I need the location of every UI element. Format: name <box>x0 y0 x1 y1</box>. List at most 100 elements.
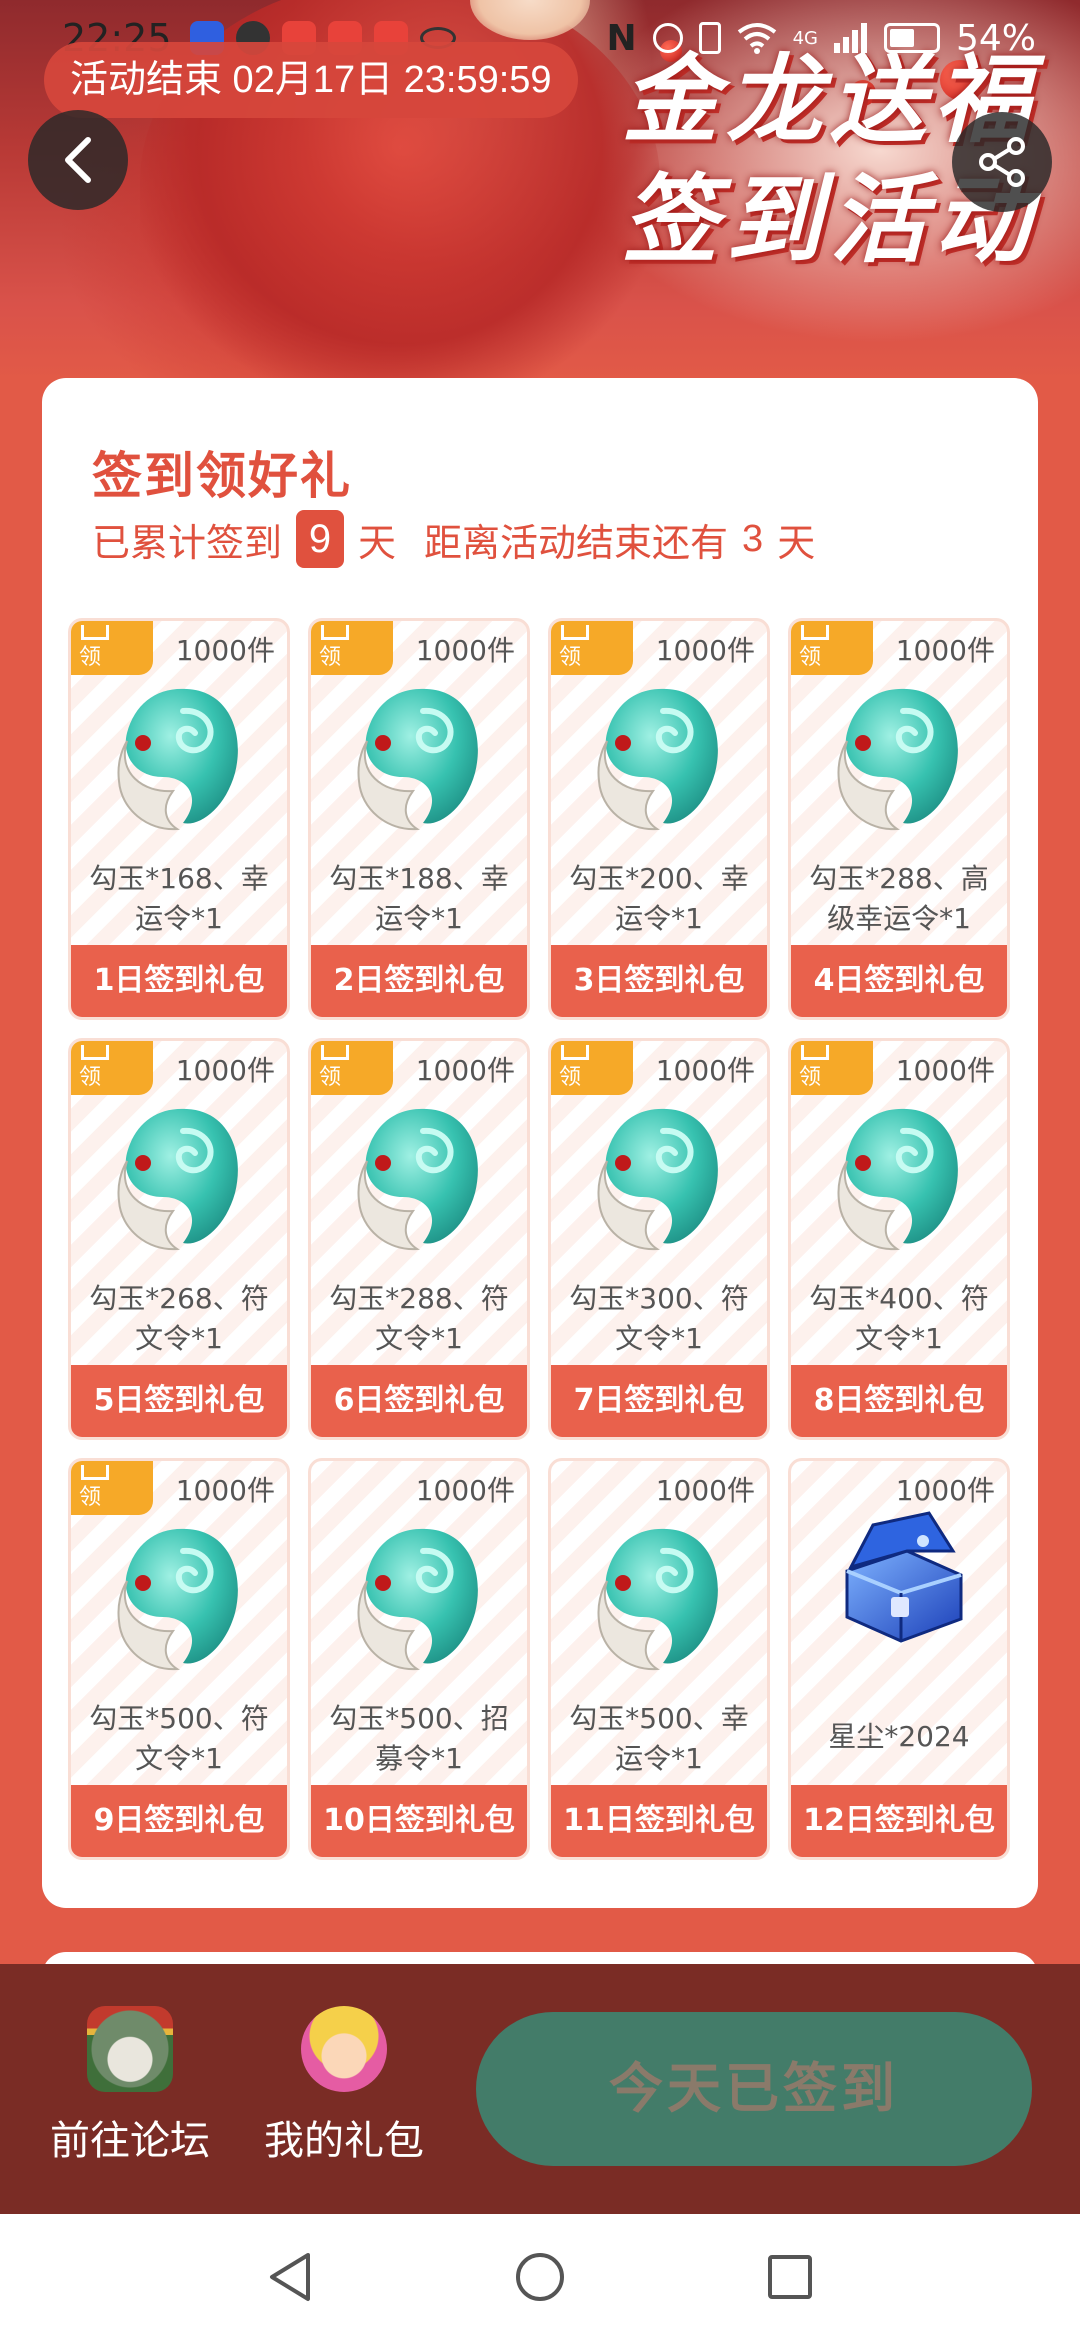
gift-day-label: 10日签到礼包 <box>311 1785 527 1857</box>
forum-button[interactable]: 前往论坛 <box>30 2006 230 2166</box>
chevron-left-icon <box>65 137 91 183</box>
nav-back-button[interactable] <box>260 2247 320 2307</box>
days-left: 3 <box>742 517 764 560</box>
progress-unit: 天 <box>358 522 397 565</box>
signal-icon <box>833 23 867 53</box>
square-recents-icon <box>768 2255 812 2299</box>
gift-day-label: 12日签到礼包 <box>791 1785 1007 1857</box>
claimed-badge: 领 <box>311 621 393 675</box>
my-gifts-label: 我的礼包 <box>264 2119 424 2163</box>
remaining-unit: 天 <box>777 522 816 565</box>
bottom-action-bar: 前往论坛 我的礼包 今天已签到 <box>0 1964 1080 2214</box>
gift-quantity: 1000件 <box>655 1474 755 1507</box>
gift-description: 勾玉*288、符文令*1 <box>329 1282 509 1355</box>
gift-card[interactable]: 领 1000件 勾玉*400、符文令*1 8日签到礼包 <box>788 1038 1010 1440</box>
nav-home-button[interactable] <box>510 2247 570 2307</box>
gift-description: 勾玉*400、符文令*1 <box>809 1282 989 1355</box>
gift-day-label: 7日签到礼包 <box>551 1365 767 1437</box>
gift-card[interactable]: 1000件 勾玉*500、招募令*1 10日签到礼包 <box>308 1458 530 1860</box>
gift-description: 勾玉*168、幸运令*1 <box>89 862 269 935</box>
gift-card[interactable]: 1000件 星尘*2024 12日签到礼包 <box>788 1458 1010 1860</box>
jade-icon <box>357 1521 487 1671</box>
claimed-badge: 领 <box>791 1041 873 1095</box>
gift-card[interactable]: 领 1000件 勾玉*268、符文令*1 5日签到礼包 <box>68 1038 290 1440</box>
gift-description: 勾玉*268、符文令*1 <box>89 1282 269 1355</box>
sign-in-card: 签到领好礼 已累计签到 9 天 距离活动结束还有 3 天 领 1000件 勾玉*1… <box>42 378 1038 1908</box>
triangle-back-icon <box>270 2253 310 2301</box>
nav-recents-button[interactable] <box>760 2247 820 2307</box>
gift-day-label: 1日签到礼包 <box>71 945 287 1017</box>
gift-quantity: 1000件 <box>175 634 275 667</box>
remaining-text: 距离活动结束还有 <box>424 522 729 565</box>
claimed-badge: 领 <box>71 621 153 675</box>
event-end-time: 活动结束 02月17日 23:59:59 <box>44 42 578 118</box>
forum-label: 前往论坛 <box>50 2119 210 2163</box>
gift-day-label: 11日签到礼包 <box>551 1785 767 1857</box>
back-button[interactable] <box>28 110 128 210</box>
claimed-badge: 领 <box>71 1461 153 1515</box>
gift-quantity: 1000件 <box>655 1054 755 1087</box>
claimed-badge: 领 <box>551 1041 633 1095</box>
gift-description: 勾玉*200、幸运令*1 <box>569 862 749 935</box>
forum-app-icon <box>87 2006 173 2092</box>
card-title: 签到领好礼 <box>92 448 352 504</box>
signed-today-button[interactable]: 今天已签到 <box>476 2012 1032 2166</box>
gift-grid: 领 1000件 勾玉*168、幸运令*1 1日签到礼包领 1000件 勾玉*188、幸… <box>68 618 1012 1860</box>
gift-card[interactable]: 领 1000件 勾玉*188、幸运令*1 2日签到礼包 <box>308 618 530 1020</box>
gift-description: 勾玉*300、符文令*1 <box>569 1282 749 1355</box>
claimed-badge: 领 <box>311 1041 393 1095</box>
gift-day-label: 8日签到礼包 <box>791 1365 1007 1437</box>
alarm-icon <box>652 23 683 53</box>
jade-icon <box>597 681 727 831</box>
gift-quantity: 1000件 <box>415 1474 515 1507</box>
gift-description: 星尘*2024 <box>828 1720 970 1753</box>
claimed-badge: 领 <box>71 1041 153 1095</box>
gift-card[interactable]: 领 1000件 勾玉*288、高级幸运令*1 4日签到礼包 <box>788 618 1010 1020</box>
gift-quantity: 1000件 <box>175 1474 275 1507</box>
progress-prefix: 已累计签到 <box>92 522 283 565</box>
gift-day-label: 6日签到礼包 <box>311 1365 527 1437</box>
gift-card[interactable]: 领 1000件 勾玉*288、符文令*1 6日签到礼包 <box>308 1038 530 1440</box>
gift-quantity: 1000件 <box>415 634 515 667</box>
jade-icon <box>597 1101 727 1251</box>
sign-in-progress: 已累计签到 9 天 距离活动结束还有 3 天 <box>92 510 815 568</box>
gift-description: 勾玉*500、幸运令*1 <box>569 1702 749 1775</box>
gift-card[interactable]: 领 1000件 勾玉*168、幸运令*1 1日签到礼包 <box>68 618 290 1020</box>
vibrate-icon <box>698 22 721 54</box>
my-gifts-button[interactable]: 我的礼包 <box>244 2006 444 2166</box>
days-signed-badge: 9 <box>296 510 345 568</box>
gift-quantity: 1000件 <box>895 634 995 667</box>
jade-icon <box>357 681 487 831</box>
gift-card[interactable]: 领 1000件 勾玉*300、符文令*1 7日签到礼包 <box>548 1038 770 1440</box>
gift-description: 勾玉*500、符文令*1 <box>89 1702 269 1775</box>
gift-description: 勾玉*188、幸运令*1 <box>329 862 509 935</box>
claimed-badge: 领 <box>791 621 873 675</box>
jade-icon <box>117 681 247 831</box>
gift-description: 勾玉*288、高级幸运令*1 <box>809 862 989 935</box>
gift-quantity: 1000件 <box>415 1054 515 1087</box>
share-button[interactable] <box>952 112 1052 212</box>
jade-icon <box>117 1101 247 1251</box>
jade-icon <box>597 1521 727 1671</box>
claimed-badge: 领 <box>551 621 633 675</box>
share-icon <box>979 137 1025 187</box>
status-right: N 4G 54% <box>606 18 1036 59</box>
gift-quantity: 1000件 <box>895 1054 995 1087</box>
gift-card[interactable]: 领 1000件 勾玉*500、符文令*1 9日签到礼包 <box>68 1458 290 1860</box>
gift-day-label: 3日签到礼包 <box>551 945 767 1017</box>
nfc-icon: N <box>606 17 637 59</box>
gift-quantity: 1000件 <box>655 634 755 667</box>
circle-home-icon <box>516 2253 564 2301</box>
battery-percent: 54% <box>955 17 1036 59</box>
gift-day-label: 2日签到礼包 <box>311 945 527 1017</box>
gift-card[interactable]: 1000件 勾玉*500、幸运令*1 11日签到礼包 <box>548 1458 770 1860</box>
jade-icon <box>357 1101 487 1251</box>
gift-bag-icon <box>301 2006 387 2092</box>
battery-icon <box>883 23 940 53</box>
jade-icon <box>837 1101 967 1251</box>
gift-card[interactable]: 领 1000件 勾玉*200、幸运令*1 3日签到礼包 <box>548 618 770 1020</box>
system-nav-bar <box>0 2214 1080 2340</box>
gift-day-label: 4日签到礼包 <box>791 945 1007 1017</box>
jade-icon <box>117 1521 247 1671</box>
network-type: 4G <box>792 27 818 49</box>
